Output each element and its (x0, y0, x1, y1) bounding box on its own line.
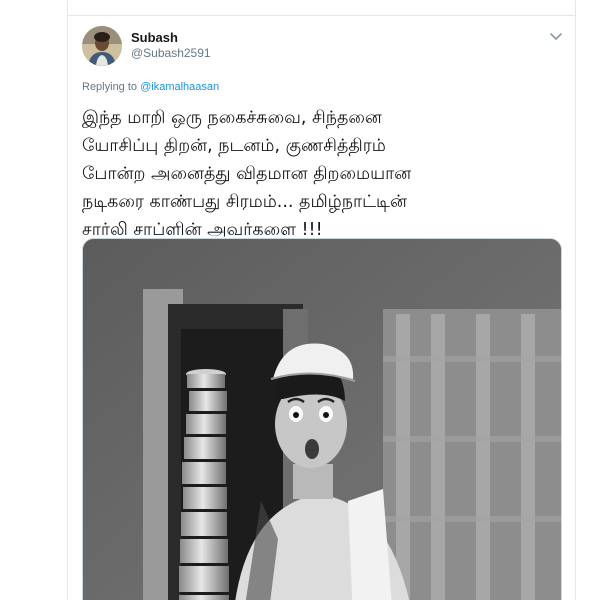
author-handle[interactable]: @Subash2591 (131, 46, 211, 60)
avatar[interactable] (82, 26, 122, 66)
tweet-text-line: நடிகரை காண்பது சிரமம்... தமிழ்நாட்டின் (82, 192, 407, 212)
divider (67, 15, 576, 16)
author-display-name[interactable]: Subash (131, 30, 178, 45)
tweet-text: இந்த மாறி ஒரு நகைச்சுவை, சிந்தனை யோசிப்ப… (82, 104, 562, 244)
reply-context: Replying to @ikamalhaasan (82, 81, 219, 93)
reply-prefix: Replying to (82, 81, 141, 93)
avatar-photo (82, 26, 122, 66)
film-still-image (83, 239, 561, 600)
chevron-down-icon[interactable] (548, 28, 564, 44)
tweet-text-line: இந்த மாறி ஒரு நகைச்சுவை, சிந்தனை (82, 108, 382, 128)
tweet-text-line: போன்ற அனைத்து விதமான திறமையான (82, 164, 412, 184)
tweet-text-line: யோசிப்பு திறன், நடனம், குணசித்திரம் (82, 136, 386, 156)
tweet-media-photo[interactable] (82, 238, 562, 600)
reply-to-link[interactable]: @ikamalhaasan (140, 81, 219, 93)
